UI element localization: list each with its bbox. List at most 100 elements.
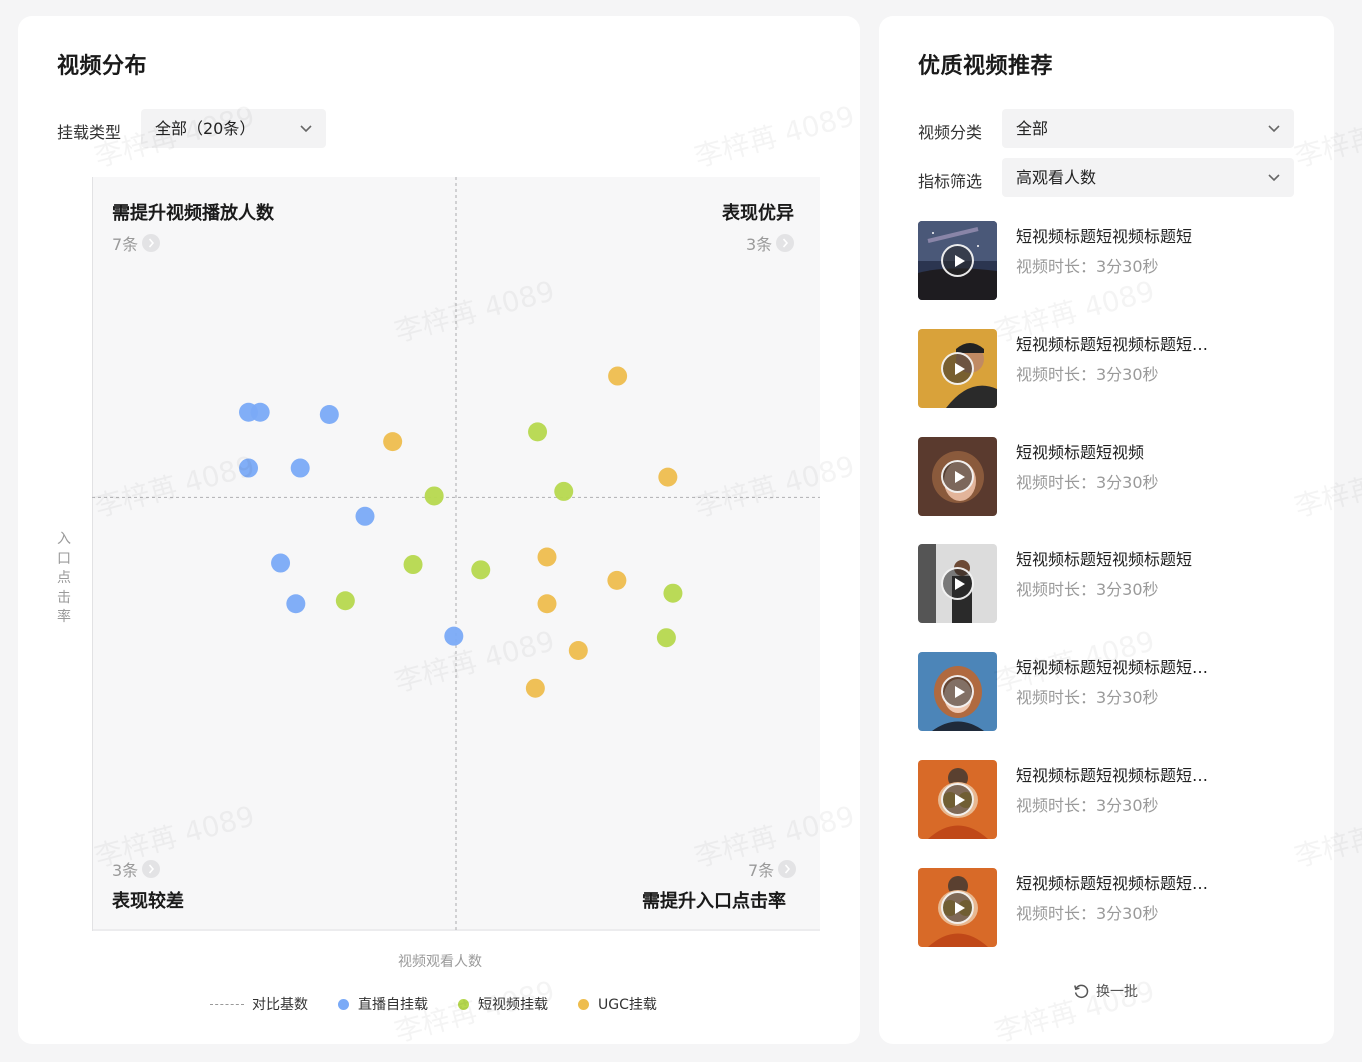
- scatter-point-short[interactable]: [471, 560, 491, 580]
- scatter-point-live[interactable]: [319, 405, 339, 425]
- legend-ugc-dot: [578, 998, 589, 1010]
- legend-short[interactable]: 短视频挂载: [458, 994, 548, 1014]
- video-duration: 视频时长：3分30秒: [1016, 364, 1159, 384]
- recommend-title: 优质视频推荐: [918, 54, 1054, 79]
- scatter-point-ugc[interactable]: [568, 641, 588, 661]
- scatter-point-live[interactable]: [290, 458, 310, 478]
- play-icon[interactable]: [941, 783, 974, 816]
- legend-ugc-label: UGC挂载: [598, 997, 657, 1013]
- chevron-down-icon: [1268, 174, 1280, 182]
- video-item[interactable]: 短视频标题短视频 视频时长：3分30秒: [918, 436, 1318, 517]
- video-title[interactable]: 短视频标题短视频标题短视频标题: [1016, 654, 1221, 678]
- play-icon[interactable]: [941, 244, 974, 277]
- legend-live[interactable]: 直播自挂载: [338, 994, 428, 1014]
- quadrant-bottom-left-title: 表现较差: [112, 891, 184, 912]
- legend-live-label: 直播自挂载: [358, 997, 428, 1013]
- video-thumbnail[interactable]: [918, 221, 997, 300]
- chevron-right-icon: [142, 860, 161, 878]
- metric-select[interactable]: 高观看人数: [1002, 158, 1294, 197]
- video-item[interactable]: 短视频标题短视频标题短视频标题视频时长：3分30秒: [918, 328, 1318, 409]
- quadrant-top-right-count-text: 3条: [746, 235, 773, 254]
- category-value: 全部: [1016, 119, 1049, 138]
- quadrant-top-left-count[interactable]: 7条: [112, 231, 161, 255]
- scatter-point-ugc[interactable]: [607, 570, 627, 590]
- legend-short-label: 短视频挂载: [478, 997, 548, 1013]
- video-duration: 视频时长：3分30秒: [1016, 688, 1159, 708]
- video-thumbnail[interactable]: [918, 652, 997, 732]
- mount-type-select[interactable]: 全部（20条）: [141, 109, 326, 148]
- refresh-icon: [1074, 984, 1089, 999]
- mount-type-label: 挂载类型: [57, 123, 122, 142]
- category-select[interactable]: 全部: [1002, 109, 1294, 148]
- refresh-button[interactable]: 换一批: [1072, 981, 1138, 1001]
- quadrant-top-right-count[interactable]: 3条: [746, 231, 795, 255]
- video-duration: 视频时长：3分30秒: [1016, 580, 1159, 600]
- video-item[interactable]: 短视频标题短视频标题短视频标题视频时长：3分30秒: [918, 760, 1318, 840]
- video-thumbnail[interactable]: [918, 544, 997, 624]
- video-title[interactable]: 短视频标题短视频标题短: [1016, 223, 1221, 247]
- chevron-down-icon: [1268, 125, 1280, 133]
- quadrant-top-right-title: 表现优异: [722, 203, 794, 224]
- video-thumbnail[interactable]: [918, 328, 997, 408]
- quadrant-top-left-title: 需提升视频播放人数: [112, 203, 274, 224]
- mount-type-value: 全部（20条）: [155, 119, 256, 138]
- legend-dash-swatch: [210, 1003, 244, 1005]
- video-item[interactable]: 短视频标题短视频标题短视频标题视频时长：3分30秒: [918, 652, 1318, 732]
- video-duration: 视频时长：3分30秒: [1016, 796, 1159, 815]
- video-item[interactable]: 短视频标题短视频标题短 视频时长：3分30秒: [918, 221, 1318, 301]
- video-title[interactable]: 短视频标题短视频标题短: [1016, 546, 1221, 570]
- legend-ugc[interactable]: UGC挂载: [578, 994, 657, 1014]
- video-thumbnail[interactable]: [918, 760, 997, 839]
- chart-legend: 对比基数 直播自挂载 短视频挂载 UGC挂载: [210, 994, 687, 1014]
- legend-baseline-label: 对比基数: [252, 997, 308, 1013]
- metric-label: 指标筛选: [918, 172, 983, 191]
- play-icon[interactable]: [941, 459, 974, 493]
- play-icon[interactable]: [941, 351, 974, 385]
- scatter-point-ugc[interactable]: [608, 366, 628, 386]
- quadrant-bottom-right-count[interactable]: 7条: [748, 857, 797, 881]
- metric-value: 高观看人数: [1016, 168, 1097, 187]
- video-item[interactable]: 短视频标题短视频标题短视频时长：3分30秒: [918, 544, 1318, 624]
- legend-short-dot: [458, 998, 469, 1010]
- scatter-point-short[interactable]: [663, 583, 683, 603]
- scatter-point-live[interactable]: [444, 626, 464, 646]
- play-icon[interactable]: [941, 890, 974, 924]
- scatter-point-ugc[interactable]: [537, 547, 557, 567]
- quadrant-bottom-left-count[interactable]: 3条: [112, 857, 161, 881]
- scatter-point-live[interactable]: [250, 402, 270, 422]
- scatter-svg: [92, 177, 820, 931]
- video-duration: 视频时长：3分30秒: [1016, 903, 1159, 923]
- x-axis-label: 视频观看人数: [398, 954, 482, 970]
- scatter-point-short[interactable]: [335, 591, 355, 611]
- quadrant-bottom-right-count-text: 7条: [748, 861, 775, 880]
- scatter-point-ugc[interactable]: [525, 678, 545, 698]
- scatter-point-short[interactable]: [424, 486, 444, 506]
- quadrant-top-left-count-text: 7条: [112, 235, 139, 254]
- scatter-point-ugc[interactable]: [658, 467, 678, 487]
- video-title[interactable]: 短视频标题短视频: [1016, 439, 1221, 463]
- video-title[interactable]: 短视频标题短视频标题短视频标题: [1016, 331, 1221, 355]
- legend-live-dot: [338, 998, 349, 1010]
- scatter-point-short[interactable]: [554, 481, 574, 501]
- chevron-right-icon: [142, 234, 161, 252]
- scatter-point-live[interactable]: [355, 506, 375, 526]
- y-axis-label: 入口点击率: [57, 531, 71, 625]
- scatter-point-ugc[interactable]: [537, 594, 557, 614]
- scatter-point-short[interactable]: [656, 628, 676, 648]
- video-title[interactable]: 短视频标题短视频标题短视频标题: [1016, 762, 1221, 786]
- chevron-right-icon: [776, 234, 795, 252]
- scatter-point-live[interactable]: [286, 594, 306, 614]
- scatter-point-short[interactable]: [528, 422, 548, 442]
- video-item[interactable]: 短视频标题短视频标题短视频标题视频时长：3分30秒: [918, 867, 1318, 948]
- play-icon[interactable]: [941, 675, 974, 709]
- video-thumbnail[interactable]: [918, 867, 997, 947]
- category-label: 视频分类: [918, 123, 983, 142]
- scatter-point-live[interactable]: [271, 553, 291, 573]
- scatter-point-live[interactable]: [239, 458, 259, 478]
- chevron-down-icon: [300, 125, 312, 133]
- legend-baseline[interactable]: 对比基数: [210, 994, 308, 1014]
- video-title[interactable]: 短视频标题短视频标题短视频标题: [1016, 870, 1221, 894]
- video-thumbnail[interactable]: [918, 436, 997, 516]
- scatter-point-short[interactable]: [403, 555, 423, 575]
- scatter-point-ugc[interactable]: [383, 432, 403, 452]
